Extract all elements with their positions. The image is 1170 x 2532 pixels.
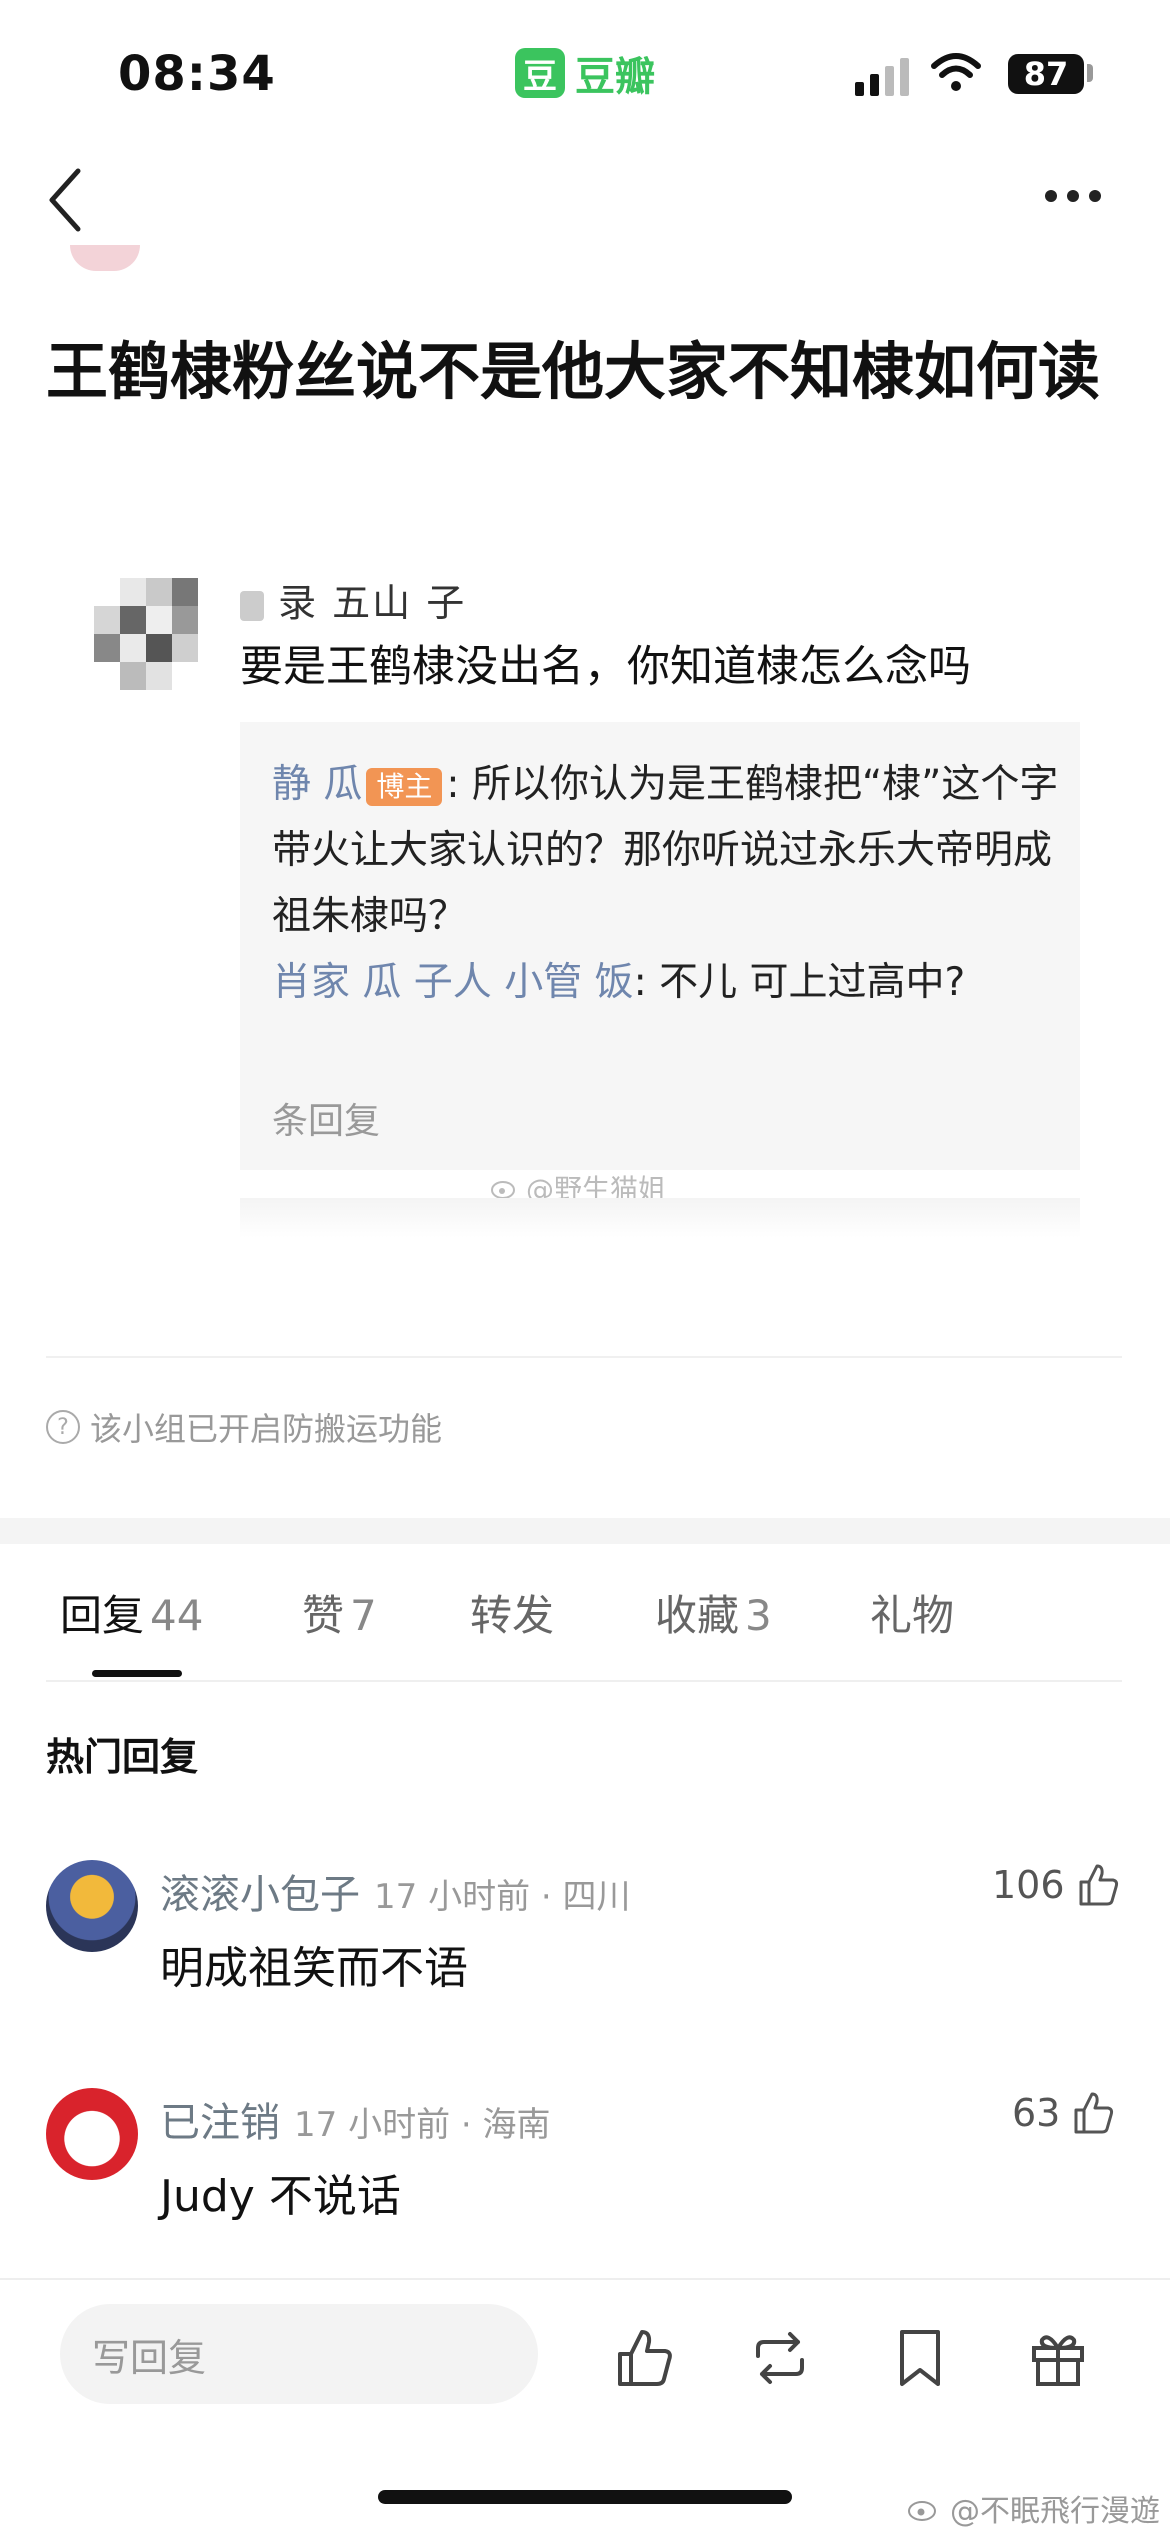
- comment-like-button[interactable]: 106: [992, 1862, 1121, 1908]
- back-chevron-icon[interactable]: [44, 165, 84, 235]
- comment-author[interactable]: 已注销: [160, 2100, 280, 2146]
- like-count: 106: [992, 1863, 1065, 1907]
- wifi-icon: [931, 53, 981, 91]
- notice-text: 该小组已开启防搬运功能: [90, 1410, 443, 1448]
- status-time: 08:34: [118, 46, 276, 102]
- app-name: 豆瓣: [575, 54, 655, 100]
- watermark: @不眠飛行漫遊: [906, 2486, 1160, 2530]
- gift-icon[interactable]: [1026, 2326, 1090, 2390]
- blogger-tag: 博主: [366, 767, 443, 806]
- comment-meta: 17 小时前 · 四川: [374, 1877, 631, 1917]
- comment-meta: 17 小时前 · 海南: [294, 2105, 551, 2145]
- battery-indicator: 87: [1008, 54, 1084, 94]
- thumbs-up-icon: [1074, 2092, 1114, 2134]
- question-circle-icon: ?: [46, 1410, 80, 1444]
- avatar[interactable]: [46, 1860, 138, 1952]
- tab-gifts[interactable]: 礼物: [870, 1582, 960, 1643]
- bottom-bar-divider: [0, 2278, 1170, 2280]
- more-dots-icon[interactable]: [1045, 190, 1101, 202]
- douban-logo-icon: 豆: [515, 48, 565, 98]
- comment-like-button[interactable]: 63: [1012, 2090, 1116, 2136]
- embedded-quote-text: 静 瓜博主: 所以你认为是王鹤棣把“棣”这个字带火让大家认识的？那你听说过永乐大…: [272, 752, 1062, 1016]
- thumbs-up-icon[interactable]: [612, 2326, 676, 2390]
- like-count: 63: [1012, 2091, 1061, 2135]
- tab-favorites[interactable]: 收藏 3: [655, 1582, 772, 1643]
- section-gap: [0, 1518, 1170, 1544]
- app-badge: 豆 豆瓣: [515, 44, 655, 102]
- signal-icon: [855, 58, 909, 96]
- tab-reposts[interactable]: 转发: [470, 1582, 560, 1643]
- comment-text: 明成祖笑而不语: [160, 1943, 468, 1994]
- quote-reply1-name: 静 瓜: [272, 762, 363, 807]
- embedded-username: 录 五山 子: [240, 572, 466, 627]
- repost-icon[interactable]: [748, 2326, 812, 2390]
- embedded-reply-count: 条回复: [272, 1101, 381, 1142]
- anti-repost-notice: ? 该小组已开启防搬运功能: [46, 1404, 442, 1450]
- thumbs-up-icon: [1079, 1864, 1118, 1906]
- weibo-icon: [491, 1181, 515, 1199]
- embedded-faded-row: [240, 1198, 1080, 1238]
- author-avatar[interactable]: [70, 245, 140, 271]
- hot-replies-label: 热门回复: [46, 1735, 199, 1779]
- embedded-avatar: [94, 578, 198, 690]
- quote-reply2-text: : 不儿 可上过高中?: [633, 960, 966, 1005]
- bookmark-icon[interactable]: [888, 2326, 952, 2390]
- battery-tip: [1087, 64, 1093, 82]
- divider: [46, 1356, 1122, 1358]
- tab-likes[interactable]: 赞7: [302, 1582, 377, 1643]
- tabs-divider: [46, 1680, 1122, 1682]
- embedded-comment: 要是王鹤棣没出名，你知道棣怎么念吗: [240, 642, 971, 692]
- comment-header: 滚滚小包子 17 小时前 · 四川: [160, 1862, 631, 1920]
- weibo-icon: [908, 2501, 936, 2521]
- avatar[interactable]: [46, 2088, 138, 2180]
- tab-bar: 回复 44 赞7 转发 收藏 3 礼物: [0, 1582, 1170, 1652]
- comment-header: 已注销 17 小时前 · 海南: [160, 2090, 551, 2148]
- reply-input[interactable]: 写回复: [60, 2304, 538, 2404]
- comment-text: Judy 不说话: [160, 2171, 401, 2222]
- home-indicator: [378, 2490, 792, 2504]
- quote-reply2-name: 肖家 瓜 子人 小管 饭: [272, 960, 634, 1005]
- comment-author[interactable]: 滚滚小包子: [160, 1872, 360, 1918]
- embedded-username-text: 录 五山 子: [278, 581, 467, 625]
- active-tab-indicator: [92, 1670, 182, 1677]
- post-title: 王鹤棣粉丝说不是他大家不知棣如何读: [46, 335, 1101, 408]
- tab-replies[interactable]: 回复 44: [60, 1582, 203, 1643]
